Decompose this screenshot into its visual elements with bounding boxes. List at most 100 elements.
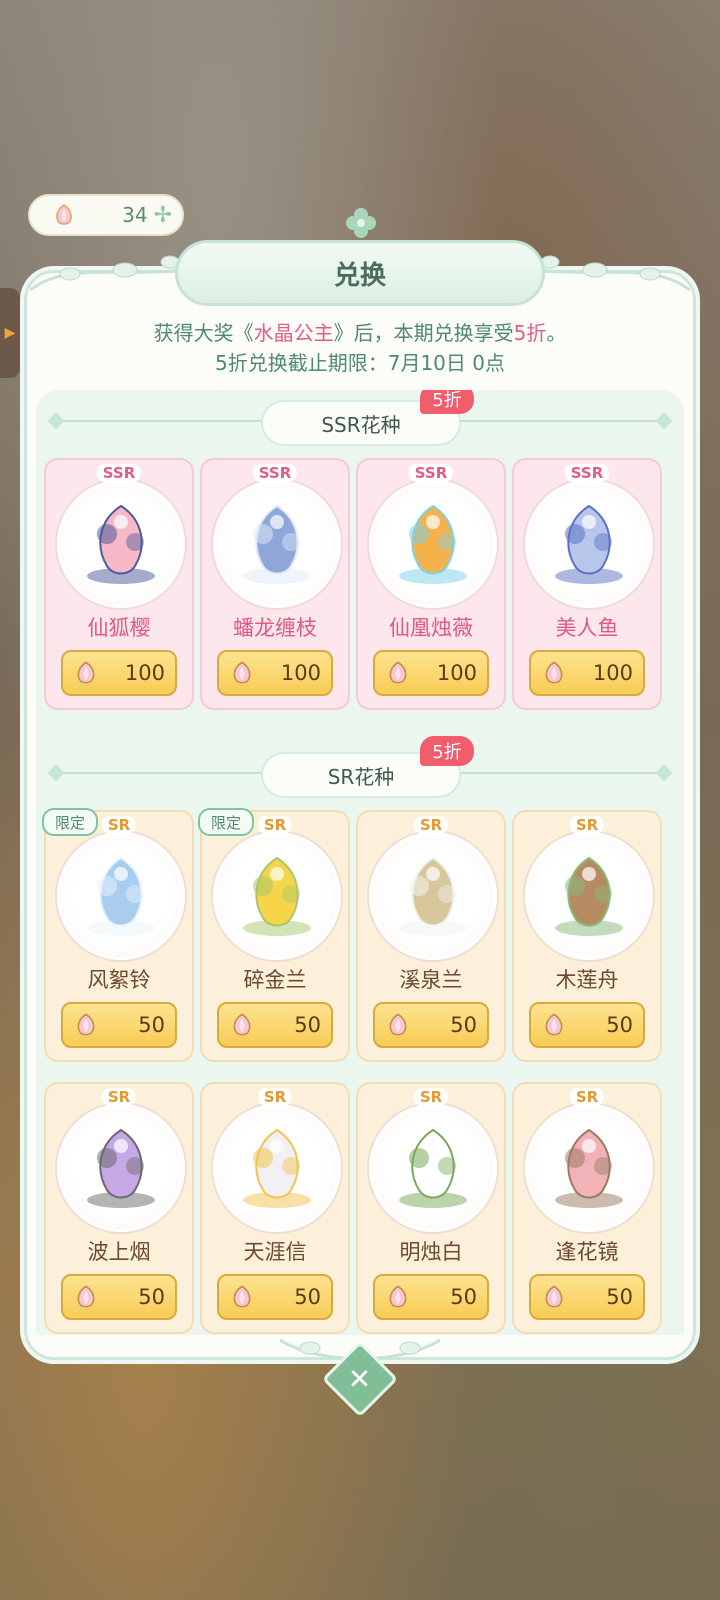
limited-badge: 限定 [42,808,98,836]
exchange-button[interactable]: 50 [529,1002,645,1048]
seed-art-frame [369,480,497,608]
discount-text: 5折 [513,321,547,345]
flower-seed-icon [233,1013,251,1036]
rarity-badge: SR [413,1088,449,1106]
limited-badge: 限定 [198,808,254,836]
seed-card[interactable]: SR 天涯信 50 [200,1082,350,1334]
exchange-button[interactable]: 100 [529,650,645,696]
seed-name: 波上烟 [87,1240,151,1264]
rarity-badge: SSR [96,464,142,482]
price: 50 [450,1285,477,1309]
title-plaque: 兑换 [175,240,545,306]
exchange-button[interactable]: 100 [61,650,177,696]
seed-card[interactable]: SSR 仙凰烛薇 100 [356,458,506,710]
price: 50 [450,1013,477,1037]
purple-lotus-icon [87,1128,155,1208]
flower-mirror-icon [555,1128,623,1208]
price: 50 [294,1013,321,1037]
exchange-button[interactable]: 50 [373,1002,489,1048]
exchange-info: 获得大奖《水晶公主》后，本期兑换享受5折。 5折兑换截止期限：7月10日 0点 [24,318,696,378]
white-lily-icon [399,1128,467,1208]
seed-name: 美人鱼 [555,616,619,640]
exchange-button[interactable]: 50 [61,1002,177,1048]
seed-card[interactable]: SSR 美人鱼 100 [512,458,662,710]
rarity-badge: SR [101,1088,137,1106]
rarity-badge: SSR [564,464,610,482]
currency-counter[interactable]: 34 ✢ [28,194,184,236]
plus-icon[interactable]: ✢ [154,203,172,228]
page-title: 兑换 [333,260,386,291]
rarity-badge: SR [413,816,449,834]
seed-card[interactable]: SR 木莲舟 50 [512,810,662,1062]
divider [56,420,266,422]
rarity-badge: SR [257,1088,293,1106]
seed-name: 明烛白 [399,1240,463,1264]
price: 50 [138,1013,165,1037]
divider [454,420,664,422]
seed-art-frame [369,1104,497,1232]
price: 50 [294,1285,321,1309]
price: 100 [592,661,633,685]
cloud-house-icon [243,1128,311,1208]
mermaid-icon [555,504,623,584]
diamond-icon [47,764,65,782]
fox-shrine-icon [87,504,155,584]
price: 100 [436,661,477,685]
price: 100 [280,661,321,685]
info-line-2: 5折兑换截止期限：7月10日 0点 [215,351,505,375]
seed-art-frame [525,832,653,960]
price: 50 [606,1285,633,1309]
exchange-button[interactable]: 50 [217,1002,333,1048]
exchange-button[interactable]: 50 [373,1274,489,1320]
diamond-icon [655,412,673,430]
flower-seed-icon [77,661,95,684]
exchange-button[interactable]: 50 [61,1274,177,1320]
price: 50 [138,1285,165,1309]
dragon-icon [243,504,311,584]
seed-card[interactable]: SSR 蟠龙缠枝 100 [200,458,350,710]
rarity-badge: SR [101,816,137,834]
rarity-badge: SSR [252,464,298,482]
flower-seed-icon [77,1013,95,1036]
seed-art-frame [213,832,341,960]
flower-seed-icon [389,1013,407,1036]
exchange-button[interactable]: 50 [217,1274,333,1320]
arrow-right-icon: ▶ [4,325,16,341]
flower-seed-icon [545,661,563,684]
info-prefix: 获得大奖《 [153,321,254,345]
exchange-button[interactable]: 100 [373,650,489,696]
seed-card[interactable]: SR 明烛白 50 [356,1082,506,1334]
seed-name: 仙狐樱 [87,616,151,640]
grand-prize-name: 水晶公主 [253,321,334,345]
flower-seed-icon [77,1285,95,1308]
currency-amount: 34 [122,203,148,227]
divider [56,772,266,774]
wooden-boat-icon [555,856,623,936]
exchange-button[interactable]: 50 [529,1274,645,1320]
section-header: SR花种 5折 [36,736,684,798]
rarity-badge: SR [257,816,293,834]
seed-card[interactable]: SR 逢花镜 50 [512,1082,662,1334]
discount-tag: 5折 [420,390,474,414]
seed-name: 逢花镜 [555,1240,619,1264]
seed-name: 木莲舟 [555,968,619,992]
seed-art-frame [213,1104,341,1232]
diamond-icon [47,412,65,430]
close-icon: ✕ [348,1362,372,1396]
flower-seed-icon [389,661,407,684]
seed-card[interactable]: 限定 SR 碎金兰 50 [198,808,350,1062]
flower-seed-icon [389,1285,407,1308]
seed-card[interactable]: SSR 仙狐樱 100 [44,458,194,710]
seed-card[interactable]: SR 波上烟 50 [44,1082,194,1334]
seed-art-frame [213,480,341,608]
rarity-badge: SR [569,1088,605,1106]
exchange-list[interactable]: SSR花种 5折 SSR 仙狐樱 100 SSR 蟠龙缠枝 100 SSR 仙凰烛薇 100 SSR 美… [36,390,684,1335]
seed-art-frame [369,832,497,960]
seed-name: 溪泉兰 [399,968,463,992]
side-drawer-tab[interactable]: ▶ [0,288,20,378]
seed-card[interactable]: SR 溪泉兰 50 [356,810,506,1062]
exchange-button[interactable]: 100 [217,650,333,696]
seed-card[interactable]: 限定 SR 风絮铃 50 [42,808,194,1062]
yellow-flower-icon [243,856,311,936]
seed-art-frame [525,1104,653,1232]
